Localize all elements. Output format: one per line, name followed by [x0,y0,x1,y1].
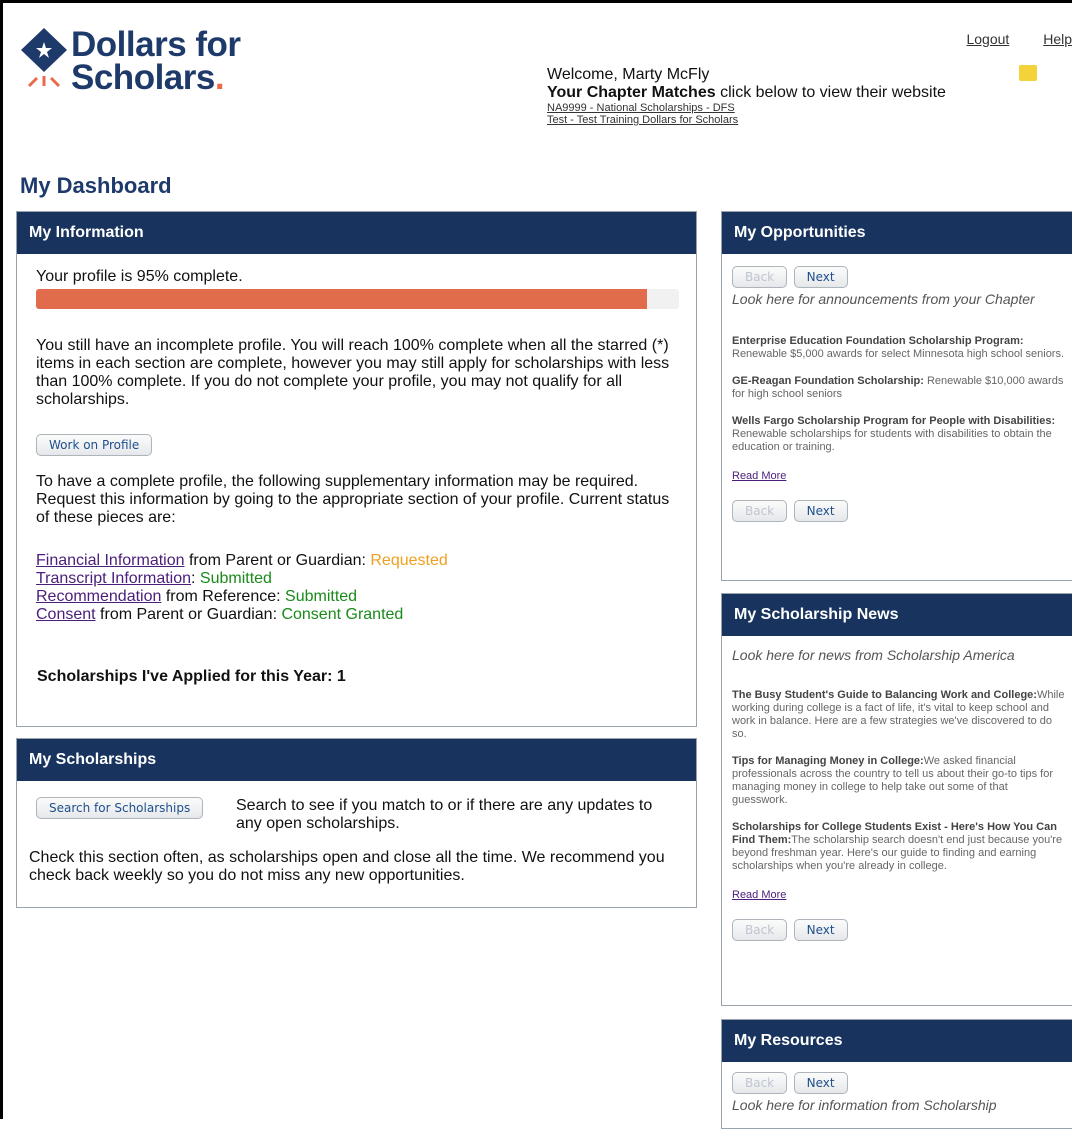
search-scholarships-button[interactable]: Search for Scholarships [36,797,204,819]
page-frame: Dollars for Scholars. Logout Help Welcom… [0,0,1072,1129]
search-description: Search to see if you match to or if ther… [236,797,653,832]
status-label: : [191,570,200,587]
my-resources-panel: My Resources Back Next Look here for inf… [721,1019,1072,1129]
help-link[interactable]: Help [1043,31,1072,47]
status-value: Consent Granted [281,606,404,623]
read-more-link[interactable]: Read More [732,470,1065,482]
status-value: Requested [370,552,448,569]
page-title: My Dashboard [20,173,172,198]
next-button[interactable]: Next [793,266,848,288]
status-row-consent: Consent from Parent or Guardian: Consent… [36,606,448,624]
user-icon[interactable] [1019,65,1037,81]
panel-title: My Information [17,212,696,254]
back-button[interactable]: Back [732,500,788,522]
top-links: Logout Help [936,31,1072,47]
status-value: Submitted [199,570,272,587]
resources-nav: Back Next [732,1072,1065,1094]
status-row-financial: Financial Information from Parent or Gua… [36,552,448,570]
incomplete-profile-text: You still have an incomplete profile. Yo… [36,337,670,408]
opportunity-item: GE-Reagan Foundation Scholarship: Renewa… [732,375,1064,400]
recommendation-link[interactable]: Recommendation [36,588,161,605]
status-label: from Reference: [161,588,286,605]
resources-intro: Look here for information from Scholarsh… [732,1097,997,1113]
opportunity-item: Enterprise Education Foundation Scholars… [732,335,1065,360]
applied-count: Scholarships I've Applied for this Year:… [37,668,346,685]
next-button[interactable]: Next [793,500,848,522]
back-button[interactable]: Back [732,1072,788,1094]
opportunities-nav-top: Back Next [732,266,1065,288]
status-label: from Parent or Guardian: [95,606,282,623]
my-scholarship-news-panel: My Scholarship News Look here for news f… [721,593,1072,1006]
my-information-panel: My Information Your profile is 95% compl… [16,211,697,727]
news-item: The Busy Student's Guide to Balancing Wo… [732,689,1065,740]
profile-progress-fill [36,289,647,309]
chapter-links: NA9999 - National Scholarships - DFS Tes… [547,102,946,126]
my-scholarships-panel: My Scholarships Search for Scholarships … [16,738,697,908]
read-more-link[interactable]: Read More [732,889,1065,901]
welcome-block: Welcome, Marty McFly Your Chapter Matche… [547,66,946,126]
panel-title: My Scholarships [17,739,696,781]
logo-diamond-icon [21,28,67,88]
supplementary-info-text: To have a complete profile, the followin… [36,473,670,526]
scholarships-note: Check this section often, as scholarship… [29,849,665,884]
consent-link[interactable]: Consent [36,606,96,623]
opportunities-intro: Look here for announcements from your Ch… [732,291,1035,307]
panel-title: My Opportunities [722,212,1072,254]
news-item: Tips for Managing Money in College:We as… [732,755,1053,806]
logout-link[interactable]: Logout [966,31,1009,47]
opportunity-item: Wells Fargo Scholarship Program for Peop… [732,415,1056,453]
next-button[interactable]: Next [793,919,848,941]
status-row-recommendation: Recommendation from Reference: Submitted [36,588,448,606]
news-item: Scholarships for College Students Exist … [732,821,1063,872]
profile-progress-bar [36,289,679,309]
status-row-transcript: Transcript Information: Submitted [36,570,448,588]
next-button[interactable]: Next [793,1072,848,1094]
back-button[interactable]: Back [732,919,788,941]
chapter-link[interactable]: NA9999 - National Scholarships - DFS [547,102,946,114]
financial-information-link[interactable]: Financial Information [36,552,185,569]
opportunities-nav-bottom: Back Next [732,500,1065,522]
panel-title: My Scholarship News [722,594,1072,636]
chapter-matches: Your Chapter Matches click below to view… [547,84,946,102]
logo[interactable]: Dollars for Scholars. [19,25,279,98]
profile-complete-text: Your profile is 95% complete. [36,268,243,285]
status-label: from Parent or Guardian: [184,552,371,569]
chapter-matches-title: Your Chapter Matches [547,84,716,101]
chapter-link[interactable]: Test - Test Training Dollars for Scholar… [547,114,946,126]
chapter-matches-desc: click below to view their website [720,84,946,101]
welcome-text: Welcome, Marty McFly [547,66,710,83]
transcript-information-link[interactable]: Transcript Information [36,570,191,587]
logo-wordmark: Dollars for Scholars. [71,25,241,97]
logo-line-2: Scholars. [71,58,225,97]
status-value: Submitted [285,588,358,605]
my-opportunities-panel: My Opportunities Back Next Look here for… [721,211,1072,581]
work-on-profile-button[interactable]: Work on Profile [36,434,153,456]
supplementary-status-list: Financial Information from Parent or Gua… [36,552,448,624]
panel-title: My Resources [722,1020,1072,1062]
logo-line-1: Dollars for [71,25,241,64]
news-intro: Look here for news from Scholarship Amer… [732,647,1015,663]
back-button[interactable]: Back [732,266,788,288]
news-nav: Back Next [732,919,1065,941]
